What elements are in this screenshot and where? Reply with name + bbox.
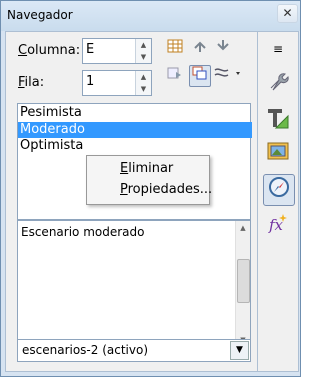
sidebar: ≡ fx [257,31,299,372]
menu-item-delete[interactable]: Eliminar [120,161,173,176]
context-menu: Eliminar Propiedades... [86,155,212,205]
scenarios-icon[interactable] [189,65,211,87]
row-input[interactable]: 1 ▲ ▼ [82,70,152,96]
row-value: 1 [86,74,95,89]
table-icon[interactable] [164,38,186,60]
close-button[interactable]: ✕ [277,4,298,23]
chevron-down-icon[interactable]: ▼ [230,341,249,360]
insert-icon[interactable] [164,65,186,87]
drag-mode-icon[interactable] [212,65,246,87]
down-arrow-icon[interactable] [212,38,234,60]
document-select[interactable]: escenarios-2 (activo) ▼ [17,339,251,362]
menu-icon[interactable]: ≡ [265,36,291,62]
wrench-icon[interactable] [265,70,291,96]
up-arrow-icon[interactable] [189,38,211,60]
scrollbar[interactable]: ▲ ▼ [235,221,250,347]
spin-up-icon[interactable]: ▲ [136,39,151,51]
row-spinner[interactable]: ▲ ▼ [135,71,151,95]
column-label: Columna: [18,43,81,58]
scenario-description[interactable]: Escenario moderado ▲ ▼ [17,220,251,348]
menu-item-properties[interactable]: Propiedades... [120,182,212,197]
column-input[interactable]: E ▲ ▼ [82,38,152,64]
column-spinner[interactable]: ▲ ▼ [135,39,151,63]
row-label: Fila: [18,75,45,90]
spin-down-icon[interactable]: ▼ [136,83,151,95]
spin-up-icon[interactable]: ▲ [136,71,151,83]
document-select-value: escenarios-2 (activo) [22,343,149,357]
scroll-up-icon[interactable]: ▲ [236,221,250,235]
navigator-icon[interactable] [263,174,295,206]
window-title: Navegador [7,8,73,22]
navigator-panel: Columna: E ▲ ▼ Fila: 1 ▲ ▼ Pesimista Mod… [5,31,258,372]
list-item[interactable]: Pesimista [18,105,252,121]
scroll-thumb[interactable] [237,259,250,303]
column-value: E [86,42,95,57]
description-text: Escenario moderado [21,225,145,239]
title-bar[interactable]: Navegador ✕ [1,1,300,31]
list-item-selected[interactable]: Moderado [18,122,252,138]
functions-icon[interactable]: fx [265,212,291,238]
spin-down-icon[interactable]: ▼ [136,51,151,63]
navigator-window: Navegador ✕ Columna: E ▲ ▼ Fila: 1 ▲ ▼ P… [0,0,301,377]
gallery-icon[interactable] [265,140,291,166]
list-item[interactable]: Optimista [18,138,252,154]
styles-icon[interactable] [265,106,291,132]
